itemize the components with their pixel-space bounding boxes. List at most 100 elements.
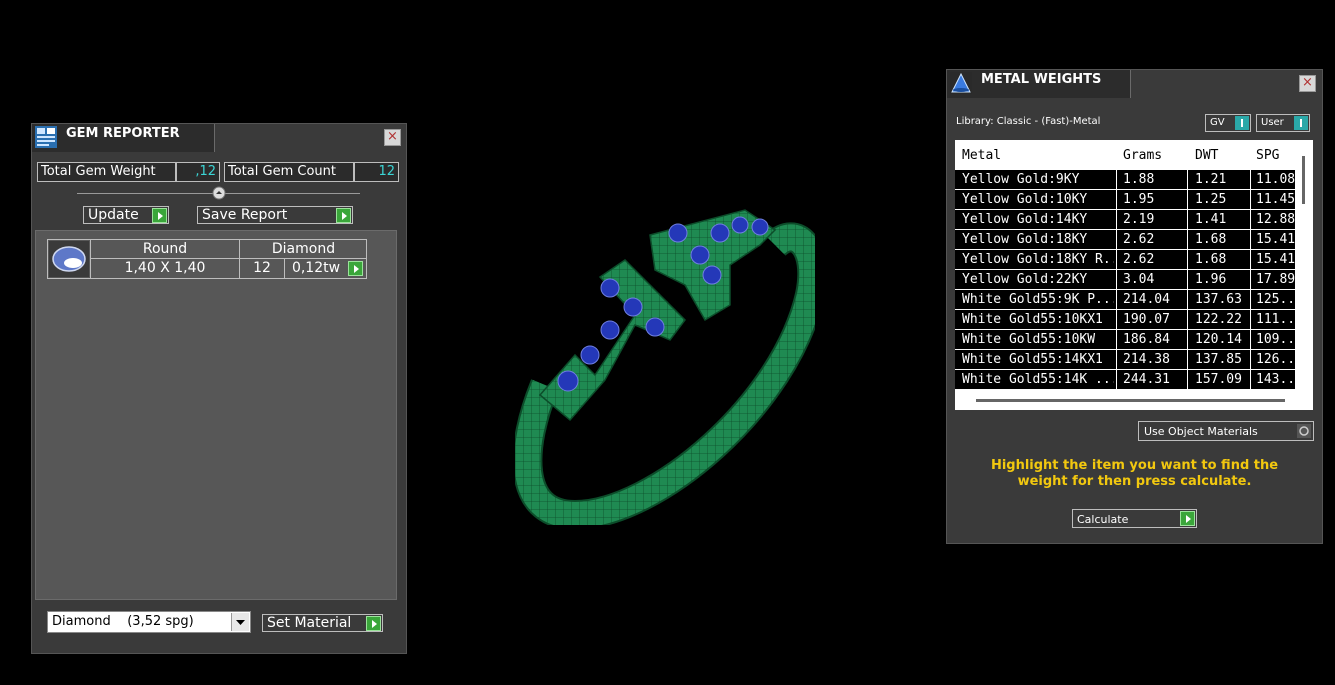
spg-cell: 12.88 (1256, 212, 1296, 227)
gem-reporter-close-button[interactable]: × (384, 129, 401, 146)
cell-separator (1116, 330, 1117, 350)
col-metal[interactable]: Metal (962, 148, 1001, 163)
grams-cell: 1.88 (1123, 172, 1155, 187)
ring-3d-model[interactable] (515, 205, 815, 525)
spg-cell: 11.08 (1256, 172, 1296, 187)
gem-weight: 0,12tw (291, 260, 341, 276)
cell-separator (1116, 270, 1117, 290)
col-dwt[interactable]: DWT (1195, 148, 1218, 163)
table-row[interactable]: White Gold55:14KX1 214.38 137.85 126... (955, 350, 1296, 370)
gem-count: 12 (253, 260, 271, 276)
table-row[interactable]: White Gold55:10KX1 190.07 122.22 111... (955, 310, 1296, 330)
metal-weights-panel: METAL WEIGHTS × Library: Classic - (Fast… (946, 69, 1323, 544)
material-select[interactable]: Diamond (3,52 spg) (47, 611, 251, 633)
metal-weights-title: METAL WEIGHTS (947, 70, 1131, 98)
metal-cell: White Gold55:10KX1 (962, 312, 1103, 327)
metal-table[interactable]: Metal Grams DWT SPG Yellow Gold:9KY 1.88 1… (955, 140, 1313, 410)
total-gem-weight-label: Total Gem Weight (37, 162, 176, 182)
use-object-materials-label: Use Object Materials (1144, 425, 1258, 438)
dwt-cell: 1.21 (1195, 172, 1227, 187)
metal-table-header: Metal Grams DWT SPG (955, 140, 1295, 170)
grams-cell: 214.04 (1123, 292, 1170, 307)
gem-shape: Round (91, 240, 239, 259)
cell-separator (1250, 250, 1251, 270)
grams-cell: 2.62 (1123, 252, 1155, 267)
gem-reporter-title-text: GEM REPORTER (66, 126, 180, 141)
dwt-cell: 157.09 (1195, 372, 1242, 387)
table-row[interactable]: White Gold55:14K ... 244.31 157.09 143... (955, 370, 1296, 390)
grams-cell: 1.95 (1123, 192, 1155, 207)
cell-separator (1187, 290, 1188, 310)
table-row[interactable]: Yellow Gold:18KY 2.62 1.68 15.41 (955, 230, 1295, 250)
user-indicator-icon (1294, 116, 1308, 130)
cell-separator (1250, 270, 1251, 290)
cell-separator (1187, 310, 1188, 330)
cell-separator (1116, 170, 1117, 190)
table-row[interactable]: White Gold55:9K P... 214.04 137.63 125... (955, 290, 1296, 310)
dwt-cell: 1.41 (1195, 212, 1227, 227)
dwt-cell: 1.96 (1195, 272, 1227, 287)
metal-cell: White Gold55:10KW (962, 332, 1096, 347)
horizontal-scroll-thumb[interactable] (976, 399, 1285, 402)
table-row[interactable]: Yellow Gold:18KY R... 2.62 1.68 15.41 (955, 250, 1295, 270)
gv-indicator-icon (1235, 116, 1249, 130)
cell-separator (1116, 250, 1117, 270)
metal-weights-title-text: METAL WEIGHTS (981, 72, 1102, 87)
cell-separator (1250, 190, 1251, 210)
cell-separator (1187, 210, 1188, 230)
spg-cell: 15.41 (1256, 232, 1296, 247)
instructions-text: Highlight the item you want to find the … (990, 458, 1279, 489)
gem-row[interactable]: Round Diamond 1,40 X 1,40 12 0,12tw (47, 239, 367, 279)
save-report-label: Save Report (202, 207, 288, 223)
vertical-scrollbar[interactable] (1295, 140, 1313, 410)
cell-separator (1116, 190, 1117, 210)
use-object-materials-toggle[interactable]: Use Object Materials (1138, 421, 1314, 441)
metal-cell: Yellow Gold:18KY (962, 232, 1088, 247)
total-gem-weight-value: ,12 (176, 162, 220, 182)
gem-reporter-panel: GEM REPORTER × Total Gem Weight ,12 Tota… (31, 123, 407, 654)
metal-weights-close-button[interactable]: × (1299, 75, 1316, 92)
cell-separator (1187, 170, 1188, 190)
gem-list-area: Round Diamond 1,40 X 1,40 12 0,12tw (35, 230, 397, 600)
calculate-button[interactable]: Calculate (1072, 509, 1197, 528)
gem-detail-arrow-icon[interactable] (348, 261, 363, 276)
table-row[interactable]: Yellow Gold:14KY 2.19 1.41 12.88 (955, 210, 1295, 230)
row-separator (955, 389, 1295, 390)
user-toggle[interactable]: User (1256, 114, 1310, 132)
vertical-scroll-thumb[interactable] (1302, 156, 1305, 204)
metal-cell: Yellow Gold:22KY (962, 272, 1088, 287)
gem-reporter-title: GEM REPORTER (32, 124, 215, 152)
cell-separator (1116, 210, 1117, 230)
collapse-chevron-icon[interactable] (212, 186, 226, 200)
calculate-arrow-icon (1180, 511, 1195, 526)
grams-cell: 186.84 (1123, 332, 1170, 347)
update-label: Update (88, 207, 139, 223)
metal-weights-titlebar[interactable]: METAL WEIGHTS × (947, 70, 1322, 98)
gem-reporter-titlebar[interactable]: GEM REPORTER × (32, 124, 406, 152)
dwt-cell: 1.68 (1195, 252, 1227, 267)
cell-separator (1187, 330, 1188, 350)
save-report-arrow-icon (336, 208, 351, 223)
table-row[interactable]: White Gold55:10KW 186.84 120.14 109... (955, 330, 1296, 350)
spg-cell: 15.41 (1256, 252, 1296, 267)
update-button[interactable]: Update (83, 206, 169, 224)
set-material-button[interactable]: Set Material (262, 614, 383, 632)
cell-separator (1250, 170, 1251, 190)
save-report-button[interactable]: Save Report (197, 206, 353, 224)
gv-toggle[interactable]: GV (1205, 114, 1251, 132)
spg-cell: 111... (1256, 312, 1296, 327)
spg-cell: 143... (1256, 372, 1296, 387)
dwt-cell: 137.85 (1195, 352, 1242, 367)
grams-cell: 190.07 (1123, 312, 1170, 327)
table-row[interactable]: Yellow Gold:10KY 1.95 1.25 11.45 (955, 190, 1295, 210)
dwt-cell: 122.22 (1195, 312, 1242, 327)
table-row[interactable]: Yellow Gold:9KY 1.88 1.21 11.08 (955, 170, 1295, 190)
cell-separator (1187, 370, 1188, 390)
update-arrow-icon (152, 208, 167, 223)
col-spg[interactable]: SPG (1256, 148, 1279, 163)
col-grams[interactable]: Grams (1123, 148, 1162, 163)
dropdown-arrow-icon[interactable] (231, 613, 249, 631)
horizontal-scrollbar[interactable] (955, 392, 1295, 410)
table-row[interactable]: Yellow Gold:22KY 3.04 1.96 17.89 (955, 270, 1295, 290)
set-material-arrow-icon (366, 616, 381, 631)
